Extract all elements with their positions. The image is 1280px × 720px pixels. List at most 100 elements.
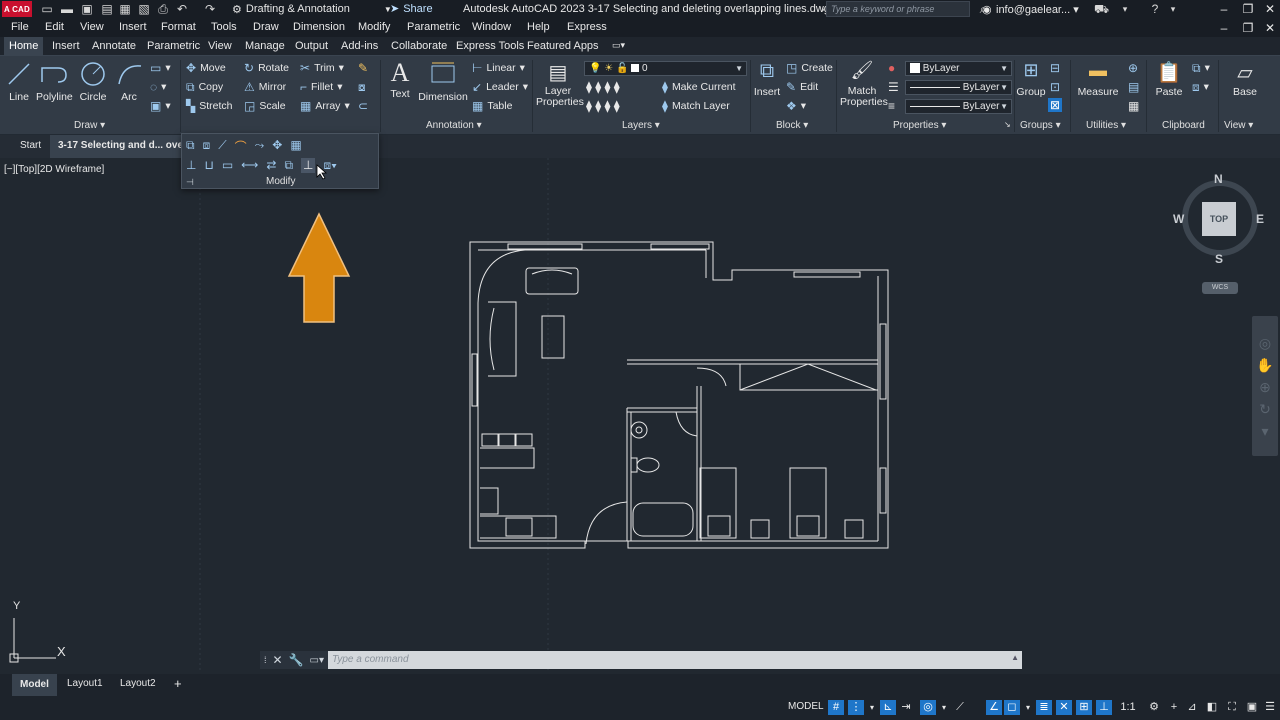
tab-featured-apps[interactable]: Featured Apps [527,40,599,52]
layer-properties-tool[interactable]: ▤ Layer Properties [536,60,584,108]
clean-screen-icon[interactable]: ⛶ [1224,700,1240,715]
group-tool[interactable]: ⊞ Group [1016,60,1046,98]
help-search-input[interactable]: Type a keyword or phrase [826,1,970,17]
ribbon-minimize-toggle-icon[interactable]: ▭▾ [612,40,625,51]
cart-chevron-icon[interactable]: ▾ [1118,2,1132,16]
linetype-icon[interactable]: ☰ [888,81,899,93]
id-point-icon[interactable]: ⊕ [1128,62,1138,74]
tab-add-ins[interactable]: Add-ins [341,40,378,52]
calculator-icon[interactable]: ▦ [1128,100,1139,112]
menu-express[interactable]: Express [567,21,607,33]
hatch-icon[interactable]: ◌ ▾ [150,81,166,93]
color-wheel-icon[interactable]: ● [888,62,895,74]
clipboard-panel-title[interactable]: Clipboard [1162,120,1205,131]
model-space-toggle[interactable]: MODEL [788,701,824,712]
workspace-switcher[interactable]: ⚙ Drafting & Annotation ▼ [232,1,392,17]
menu-dimension[interactable]: Dimension [293,21,345,33]
cut-icon[interactable]: ⧉ ▾ [1192,62,1210,74]
block-attribute-icon[interactable]: ❖ ▾ [786,100,806,112]
chamfer-icon[interactable]: ▭ [222,158,233,173]
redo-icon[interactable]: ↷ [203,2,217,16]
erase-icon[interactable]: ✎ [358,62,368,74]
align-icon[interactable]: ⊥ [186,158,196,173]
line-tool[interactable]: Line [6,60,32,103]
ungroup-icon[interactable]: ⊟ [1050,62,1060,74]
menu-help[interactable]: Help [527,21,550,33]
polyline-tool[interactable]: Polyline [36,60,73,103]
explode-icon[interactable]: ⧇ [358,81,366,93]
recent-commands-icon[interactable]: ▭▾ [310,655,324,666]
text-tool[interactable]: A Text [386,58,414,100]
annotation-plus-icon[interactable]: + [1166,700,1182,715]
tab-insert[interactable]: Insert [52,40,80,52]
copy-properties-icon[interactable]: ⧉ [186,138,195,155]
polar-chevron-icon[interactable]: ▾ [936,700,952,715]
lineweight-icon[interactable]: ≡ [888,100,895,112]
user-account[interactable]: ◉ info@gaelear... ▾ [982,3,1079,16]
viewcube-face-top[interactable]: TOP [1202,202,1236,236]
command-input[interactable]: Type a command [328,651,1022,669]
viewcube[interactable]: TOP N S E W [1173,172,1264,266]
menu-tools[interactable]: Tools [211,21,237,33]
match-properties-tool[interactable]: 🖌 Match Properties [840,60,888,108]
selection-cycling-icon[interactable]: ⊞ [1076,700,1092,715]
copy-tool[interactable]: ⧉ Copy [186,81,223,93]
wcs-menu-button[interactable]: WCS [1202,282,1238,294]
osnap-chevron-icon[interactable]: ▾ [1020,700,1036,715]
tab-view[interactable]: View [208,40,232,52]
web-save-icon[interactable]: ▦ [118,2,132,16]
offset-icon[interactable]: ⊂ [358,100,368,112]
annotation-monitor-icon[interactable]: ⊥ [1096,700,1112,715]
stretch-tool[interactable]: ▚ Stretch [186,100,233,112]
menu-parametric[interactable]: Parametric [407,21,460,33]
layout-tab-model[interactable]: Model [12,674,57,696]
command-history-toggle-icon[interactable]: ▲ [1011,653,1019,662]
workspace-gear-icon[interactable]: ⚙ [1146,700,1162,715]
save-icon[interactable]: ▣ [80,2,94,16]
cart-icon[interactable]: ⛟ [1094,2,1109,16]
linear-tool[interactable]: ⊢ Linear ▾ [472,62,525,74]
scale-tool[interactable]: ◲ Scale [244,100,286,112]
draworder-icon[interactable]: ⧈ [203,138,211,155]
mirror-tool[interactable]: ⚠ Mirror [244,81,286,93]
tab-manage[interactable]: Manage [245,40,285,52]
customize-icon[interactable]: 🔧 [289,653,304,667]
move-tool[interactable]: ✥ Move [186,62,226,74]
rectangle-icon[interactable]: ▭ ▾ [150,62,171,74]
layer-dropdown[interactable]: 💡 ☀ 🔓 0 ▼ [584,61,747,76]
menu-view[interactable]: View [80,21,104,33]
utilities-panel-title[interactable]: Utilities ▾ [1086,120,1126,131]
group-edit-icon[interactable]: ⊡ [1050,81,1060,93]
join-icon[interactable]: ⌒ [235,138,247,155]
snap-chevron-icon[interactable]: ▾ [864,700,880,715]
polar-tracking-icon[interactable]: ◎ [920,700,936,715]
edit-spline-icon[interactable]: ✥ [272,138,282,155]
fillet-tool[interactable]: ⌐ Fillet ▾ [300,81,342,93]
object-snap-icon[interactable]: ◻ [1004,700,1020,715]
block-panel-title[interactable]: Block ▾ [776,120,808,131]
match-layer-tool[interactable]: ⧫ Match Layer [662,100,730,112]
drawing-viewport[interactable]: [−][Top][2D Wireframe] Y X TOP N S E W W… [0,158,1280,672]
compass-east-label[interactable]: E [1256,212,1264,226]
paste-tool[interactable]: 📋 Paste [1152,60,1186,98]
base-view-tool[interactable]: ▱ Base [1226,60,1264,98]
linetype-dropdown[interactable]: ByLayer ▼ [905,80,1012,95]
tab-home[interactable]: Home [4,37,44,56]
navigation-bar[interactable]: ◎ ✋ ⊕ ↻ ▾ [1252,316,1278,456]
quick-select-icon[interactable]: ▤ [1128,81,1139,93]
layer-tools-row2-icon[interactable]: ⧫ ⧫ ⧫ ⧫ [586,100,620,112]
tab-collaborate[interactable]: Collaborate [391,40,447,52]
print-icon[interactable]: ⎙ [156,2,170,16]
create-block-tool[interactable]: ◳ Create [786,62,833,74]
layers-panel-title[interactable]: Layers ▾ [622,120,660,131]
properties-dialog-launcher-icon[interactable]: ↘ [1004,120,1011,129]
edit-block-tool[interactable]: ✎ Edit [786,81,818,93]
ortho-icon[interactable]: ⊾ [880,700,896,715]
undo-icon[interactable]: ↶ [175,2,189,16]
draw-panel-title[interactable]: Draw ▾ [74,120,105,131]
hardware-acceleration-icon[interactable]: ◧ [1204,700,1220,715]
lineweight-toggle-icon[interactable]: ≣ [1036,700,1052,715]
menu-insert[interactable]: Insert [119,21,147,33]
delete-duplicate-objects-icon[interactable]: ⊥ [301,158,316,173]
layer-tools-row1-icon[interactable]: ⧫ ⧫ ⧫ ⧫ [586,81,620,93]
